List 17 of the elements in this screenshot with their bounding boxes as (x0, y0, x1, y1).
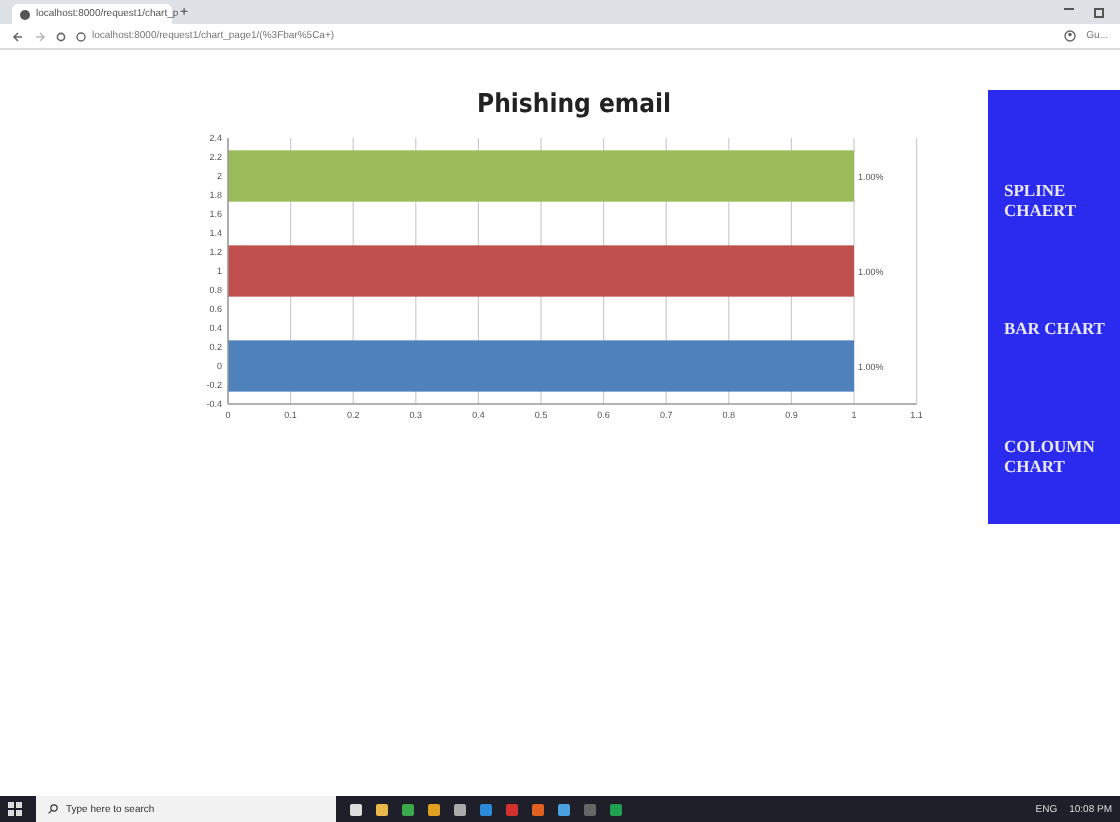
minimize-icon[interactable] (1064, 7, 1074, 11)
menu-link[interactable]: BAR CHART (1004, 317, 1120, 337)
chart-title: Phishing email (477, 90, 671, 120)
taskbar-app-icon[interactable] (610, 803, 622, 815)
taskbar-app-icon[interactable] (454, 803, 466, 815)
back-icon[interactable] (12, 31, 24, 41)
windows-start-icon[interactable] (8, 802, 22, 816)
restore-icon[interactable] (1094, 7, 1104, 17)
menu-link[interactable]: SPLINE CHAERT (1004, 179, 1120, 219)
taskbar-app-icon[interactable] (402, 803, 414, 815)
taskbar-app-icon[interactable] (558, 803, 570, 815)
profile-icon[interactable] (1064, 30, 1077, 42)
search-icon (48, 804, 58, 814)
menu-link[interactable]: COLOUMN CHART (1004, 435, 1120, 475)
taskbar-app-icon[interactable] (428, 803, 440, 815)
taskbar-app-icon[interactable] (376, 803, 388, 815)
taskbar-app-icon[interactable] (350, 803, 362, 815)
